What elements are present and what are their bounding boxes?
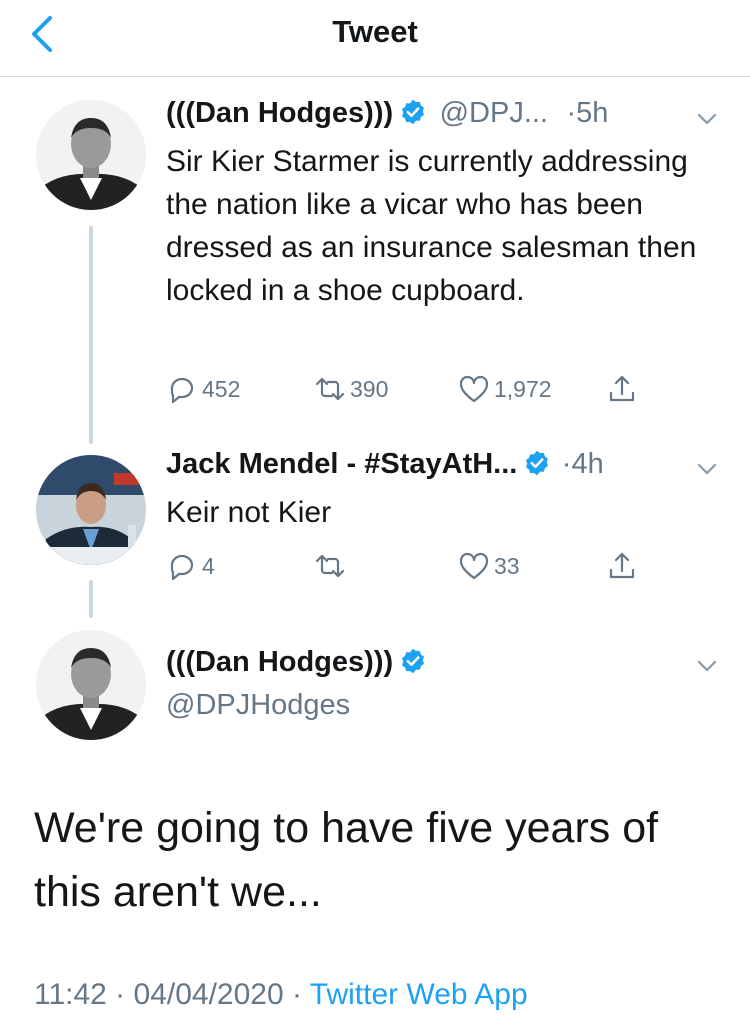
chevron-down-icon[interactable] [694,653,720,679]
thread-line [89,580,93,618]
tweet-header: (((Dan Hodges))) [166,646,427,679]
like-icon [459,375,489,403]
share-icon [609,552,635,579]
reply-button[interactable]: 452 [166,373,240,405]
reply-count: 4 [202,552,215,579]
avatar[interactable] [36,630,146,740]
retweet-count: 390 [350,375,389,402]
reply-button[interactable]: 4 [166,550,215,582]
like-icon [459,552,489,580]
tweet-meta: 11:42 · 04/04/2020 · Twitter Web App [34,978,528,1012]
timestamp[interactable]: ·4h [562,448,604,480]
page-title: Tweet [332,14,418,49]
verified-badge-icon [402,99,425,125]
share-button[interactable] [606,373,638,405]
retweet-icon [315,554,345,578]
display-name[interactable]: (((Dan Hodges))) [166,97,393,129]
tweet-timestamp: 11:42 · 04/04/2020 · [34,978,310,1011]
retweet-button[interactable]: 390 [314,373,388,405]
handle[interactable]: @DPJHodges [166,689,350,722]
retweet-icon [315,377,345,401]
tweet-text: Sir Kier Starmer is currently addressing… [166,145,697,307]
source-link[interactable]: Twitter Web App [310,978,528,1011]
reply-icon [170,377,194,404]
share-button[interactable] [606,550,638,582]
tweet-header: (((Dan Hodges))) @DPJ... ·5h [166,97,608,130]
retweet-button[interactable] [314,550,350,582]
thread-line [89,226,93,444]
display-name[interactable]: Jack Mendel - #StayAtH... [166,448,517,480]
timestamp[interactable]: ·5h [566,97,608,129]
like-button[interactable]: 1,972 [458,373,552,405]
reply-count: 452 [202,375,241,402]
handle[interactable]: @DPJ... [440,97,548,129]
reply-icon [170,554,194,581]
main-tweet-text: We're going to have five years of this a… [34,804,659,916]
verified-badge-icon [402,648,425,674]
like-count: 33 [494,552,520,579]
chevron-down-icon[interactable] [694,106,720,132]
tweet-header: Jack Mendel - #StayAtH... ·4h [166,448,604,481]
verified-badge-icon [526,450,549,476]
avatar[interactable] [36,455,146,565]
like-count: 1,972 [494,375,552,402]
like-button[interactable]: 33 [458,550,520,582]
tweet-text: Keir not Kier [166,496,332,529]
chevron-down-icon[interactable] [694,456,720,482]
avatar[interactable] [36,100,146,210]
display-name[interactable]: (((Dan Hodges))) [166,646,393,678]
share-icon [609,375,635,402]
